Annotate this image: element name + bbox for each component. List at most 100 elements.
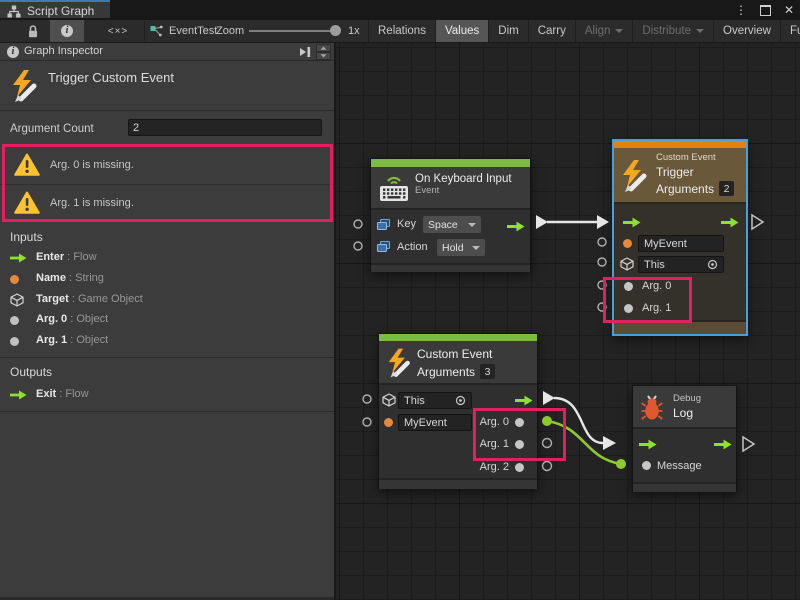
cube-icon <box>382 393 396 407</box>
node-custom-event[interactable]: Custom Event Arguments 3 This <box>378 333 538 489</box>
node-footer <box>633 482 736 492</box>
graph-breadcrumb[interactable]: EventTest <box>150 20 217 42</box>
values-button[interactable]: Values <box>435 20 488 42</box>
panel-spinner-icon[interactable] <box>316 44 331 60</box>
flow-out-port[interactable] <box>515 395 533 406</box>
divider <box>0 411 334 412</box>
node-debug-log[interactable]: Debug Log Message <box>632 385 737 492</box>
string-dot-icon <box>10 269 30 289</box>
warning-row: Arg. 1 is missing. <box>0 185 334 222</box>
node-title: Custom Event <box>417 347 495 361</box>
node-header: On Keyboard Input Event <box>371 167 530 210</box>
object-dot-icon <box>515 440 524 449</box>
node-title: Log <box>673 406 701 420</box>
string-dot-icon <box>623 239 632 248</box>
unity-script-graph-window: Script Graph ⋮ ✕ i <×> <box>0 0 800 600</box>
event-color-bar <box>614 141 746 148</box>
node-header: Custom Event Trigger Arguments 2 <box>614 148 746 204</box>
flow-out-port[interactable] <box>720 217 740 228</box>
dim-button[interactable]: Dim <box>488 20 527 42</box>
port-list-item: ExitFlow <box>0 385 334 405</box>
object-dot-icon <box>10 310 30 330</box>
align-button[interactable]: Align <box>575 20 633 42</box>
keycode-icon <box>377 241 390 253</box>
inputs-header: Inputs <box>10 230 43 244</box>
object-picker-icon[interactable] <box>707 259 718 270</box>
object-dot-icon <box>624 304 633 313</box>
tab-script-graph[interactable]: Script Graph <box>0 0 110 18</box>
inspected-unit-title: Trigger Custom Event <box>48 70 174 85</box>
warning-icon <box>14 153 40 177</box>
object-dot-icon <box>642 461 651 470</box>
info-icon: i <box>7 46 19 58</box>
code-icon: <×> <box>108 26 129 37</box>
window-controls: ⋮ ✕ <box>735 0 794 20</box>
event-name-field[interactable]: MyEvent <box>638 235 724 252</box>
warning-row: Arg. 0 is missing. <box>0 147 334 184</box>
event-color-bar <box>371 159 530 167</box>
cube-icon <box>10 290 30 310</box>
close-icon[interactable]: ✕ <box>784 0 794 20</box>
zoom-slider-handle[interactable] <box>330 25 341 36</box>
chevron-down-icon <box>472 246 480 250</box>
distribute-button[interactable]: Distribute <box>632 20 713 42</box>
custom-event-icon <box>10 70 40 102</box>
code-view-button[interactable]: <×> <box>94 20 142 42</box>
target-field[interactable]: This <box>398 392 472 409</box>
dock-panel-icon[interactable] <box>298 46 312 58</box>
argument-count-label: Argument Count <box>10 123 94 135</box>
event-name-field[interactable]: MyEvent <box>398 414 472 431</box>
target-field[interactable]: This <box>638 256 724 273</box>
node-footer <box>379 478 537 489</box>
arg-port-label: Arg. 1 <box>642 302 671 314</box>
cube-icon <box>620 257 634 271</box>
flow-out-port[interactable] <box>507 221 525 232</box>
chevron-down-icon <box>468 223 476 227</box>
inspector-header: i Graph Inspector <box>0 43 334 61</box>
arg-out-label: Arg. 2 <box>475 461 509 473</box>
flow-arrow-icon <box>10 385 30 405</box>
kebab-menu-icon[interactable]: ⋮ <box>735 0 747 20</box>
node-subtitle: Event <box>415 185 512 196</box>
maximize-icon[interactable] <box>760 5 771 16</box>
node-trigger-custom-event[interactable]: Custom Event Trigger Arguments 2 MyEvent <box>612 139 748 336</box>
object-dot-icon <box>10 331 30 351</box>
inspector-toggle-button[interactable]: i <box>50 20 84 42</box>
port-list-item: NameString <box>0 269 334 289</box>
action-dropdown[interactable]: Hold <box>437 239 485 256</box>
tab-bar: Script Graph ⋮ ✕ <box>0 0 800 20</box>
node-kicker: Debug <box>673 393 701 404</box>
port-list-item: Arg. 0Object <box>0 310 334 330</box>
flow-in-port[interactable] <box>639 439 657 450</box>
argument-count-input[interactable] <box>128 119 322 136</box>
full-screen-button[interactable]: Full Screen <box>780 20 800 42</box>
relations-button[interactable]: Relations <box>368 20 435 42</box>
node-on-keyboard-input[interactable]: On Keyboard Input Event Key Space Action <box>370 158 531 272</box>
script-graph-icon <box>7 5 21 18</box>
flow-out-port[interactable] <box>714 439 732 450</box>
custom-event-icon <box>620 159 650 193</box>
chevron-down-icon <box>696 29 704 33</box>
node-header: Custom Event Arguments 3 <box>379 341 537 385</box>
node-args-row: Arguments 3 <box>417 364 495 379</box>
graph-toolbar: i <×> EventTest Zoom 1x Relations Values… <box>0 20 800 43</box>
object-picker-icon[interactable] <box>455 395 466 406</box>
zoom-slider-track[interactable] <box>249 30 339 32</box>
object-dot-icon <box>515 418 524 427</box>
lock-button[interactable] <box>16 20 50 42</box>
outputs-header: Outputs <box>10 365 52 379</box>
flow-in-port[interactable] <box>622 217 642 228</box>
overview-button[interactable]: Overview <box>713 20 780 42</box>
keyboard-icon <box>377 171 411 205</box>
carry-button[interactable]: Carry <box>528 20 575 42</box>
flow-arrow-icon <box>10 248 30 268</box>
key-dropdown[interactable]: Space <box>423 216 481 233</box>
object-dot-icon <box>624 282 633 291</box>
port-list-item: TargetGame Object <box>0 290 334 310</box>
port-list-item: EnterFlow <box>0 248 334 268</box>
message-port-label: Message <box>657 460 702 472</box>
node-body: MyEvent This Arg. 0 Arg. 1 <box>614 204 746 320</box>
arg-port-label: Arg. 0 <box>642 280 671 292</box>
warning-text: Arg. 1 is missing. <box>50 197 134 209</box>
divider <box>0 110 334 111</box>
